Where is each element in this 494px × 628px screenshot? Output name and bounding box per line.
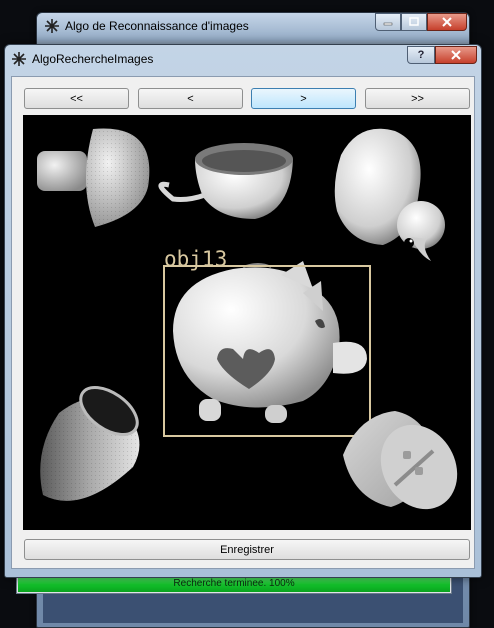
search-dialog: AlgoRechercheImages ? << < > >> obj13 En… [4,44,482,578]
close-icon [451,50,461,60]
app-logo-icon [45,19,59,33]
main-window-title: Algo de Reconnaissance d'images [65,19,249,33]
duck-object [334,128,445,261]
close-button[interactable] [427,13,467,31]
help-icon: ? [417,49,425,61]
detection-label: obj13 [164,247,227,271]
maximize-button[interactable] [401,13,427,31]
piggy-bank-object [173,261,367,423]
status-text: Recherche terminee. 100% [173,578,295,589]
bottle-cap-object [343,411,458,510]
save-button[interactable]: Enregistrer [24,539,470,560]
dialog-title-bar[interactable]: AlgoRechercheImages ? [5,45,481,73]
last-button[interactable]: >> [365,88,470,109]
dialog-close-button[interactable] [435,46,477,64]
next-button[interactable]: > [251,88,356,109]
help-button[interactable]: ? [407,46,435,64]
cup-object [158,143,293,219]
dialog-client: << < > >> obj13 Enregistrer [11,76,475,569]
dialog-title: AlgoRechercheImages [32,52,154,66]
previous-button[interactable]: < [138,88,243,109]
close-icon [442,17,452,27]
app-logo-icon [12,52,26,66]
maximize-icon [409,17,419,26]
main-title-bar[interactable]: Algo de Reconnaissance d'images [37,13,469,41]
result-image: obj13 [23,115,471,530]
minimize-icon [383,22,393,26]
first-button[interactable]: << [24,88,129,109]
minimize-button[interactable] [375,13,401,31]
mushroom-object [37,128,150,227]
paper-cup-object [40,385,140,501]
